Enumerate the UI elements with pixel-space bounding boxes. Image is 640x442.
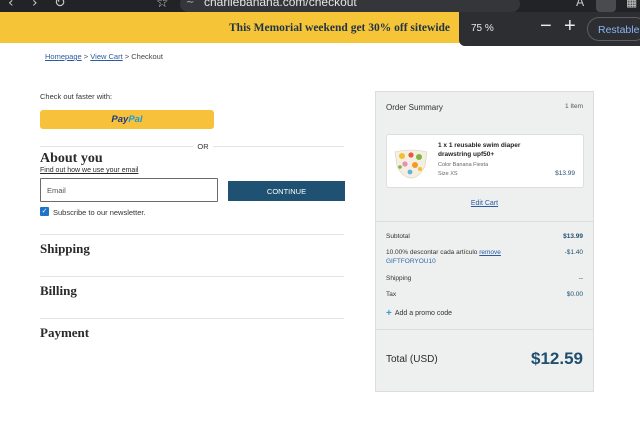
plus-icon: + <box>386 308 392 319</box>
email-usage-link[interactable]: Find out how we use your email <box>40 167 138 174</box>
breadcrumb: Homepage > View Cart > Checkout <box>45 52 163 61</box>
payment-section-heading[interactable]: Payment <box>40 325 89 341</box>
billing-section-heading[interactable]: Billing <box>40 283 77 299</box>
divider <box>40 146 344 147</box>
forward-icon[interactable]: › <box>32 0 38 11</box>
order-summary-title: Order Summary <box>386 103 443 112</box>
express-checkout-label: Check out faster with: <box>40 92 113 101</box>
discount-code: GIFTFORYOU10 <box>386 258 436 265</box>
bookmark-icon[interactable]: ☆ <box>156 0 169 11</box>
or-divider-label: OR <box>193 142 213 151</box>
remove-discount-link[interactable]: remove <box>479 249 501 256</box>
zoom-out-button[interactable]: − <box>540 16 552 36</box>
zoom-in-button[interactable]: + <box>564 16 576 36</box>
discount-value: -$1.40 <box>564 249 583 256</box>
continue-button[interactable]: CONTINUE <box>228 181 345 201</box>
extensions-icon[interactable]: ▦ <box>626 0 637 9</box>
browser-toolbar: ‹ › ↻ ☆ ∼ charliebanana.com/checkout A ▦ <box>0 0 640 12</box>
zoom-popup: 75 % − + Restablec <box>459 12 640 46</box>
breadcrumb-separator: > <box>124 52 130 61</box>
item-count: 1 Item <box>564 103 583 110</box>
product-price: $13.99 <box>555 170 575 177</box>
address-bar[interactable]: ∼ charliebanana.com/checkout <box>180 0 520 12</box>
tax-value: $0.00 <box>566 291 583 298</box>
breadcrumb-cart-link[interactable]: View Cart <box>90 52 122 61</box>
divider <box>376 329 593 330</box>
paypal-button[interactable]: PayPal <box>40 110 214 129</box>
back-icon[interactable]: ‹ <box>8 0 14 11</box>
product-thumbnail <box>394 149 428 179</box>
divider <box>40 234 344 235</box>
newsletter-label: Subscribe to our newsletter. <box>53 208 146 217</box>
shipping-label: Shipping <box>386 275 412 282</box>
total-label: Total (USD) <box>386 354 438 365</box>
paypal-logo: PayPal <box>111 114 143 125</box>
divider <box>376 221 593 222</box>
divider <box>40 276 344 277</box>
total-value: $12.59 <box>531 349 583 368</box>
newsletter-checkbox[interactable]: ✓ <box>40 207 49 216</box>
tax-label: Tax <box>386 291 397 298</box>
zoom-level: 75 % <box>471 23 494 34</box>
translate-icon[interactable]: A <box>576 0 584 9</box>
shipping-value: -- <box>578 275 583 282</box>
edit-cart-link[interactable]: Edit Cart <box>376 200 593 207</box>
shipping-section-heading[interactable]: Shipping <box>40 241 90 257</box>
subtotal-value: $13.99 <box>563 233 583 240</box>
discount-row: 10.00% descontar cada artículo remove <box>386 249 501 256</box>
order-summary-panel: Order Summary 1 Item 1 x 1 reusable swim… <box>375 91 594 392</box>
site-info-icon[interactable]: ∼ <box>186 0 194 8</box>
email-input[interactable] <box>40 178 218 202</box>
address-bar-text: charliebanana.com/checkout <box>204 0 357 9</box>
product-size: Size XS <box>438 171 458 177</box>
subtotal-label: Subtotal <box>386 233 410 240</box>
product-color: Color Banana Fiesta <box>438 162 489 168</box>
breadcrumb-separator: > <box>83 52 89 61</box>
breadcrumb-home-link[interactable]: Homepage <box>45 52 82 61</box>
zoom-icon-active[interactable] <box>596 0 616 12</box>
cart-item: 1 x 1 reusable swim diaper drawstring up… <box>386 134 584 188</box>
discount-label: 10.00% descontar cada artículo <box>386 249 478 256</box>
promo-label: Add a promo code <box>394 310 453 317</box>
product-name: 1 x 1 reusable swim diaper drawstring up… <box>438 142 521 158</box>
add-promo-code-button[interactable]: + Add a promo code <box>386 307 453 319</box>
about-you-heading: About you <box>40 151 103 166</box>
divider <box>40 318 344 319</box>
zoom-reset-label: Restablec <box>598 24 640 36</box>
breadcrumb-current: Checkout <box>131 52 163 61</box>
reload-icon[interactable]: ↻ <box>54 0 66 11</box>
zoom-reset-button[interactable]: Restablec <box>587 17 640 41</box>
promo-banner-text: This Memorial weekend get 30% off sitewi… <box>229 22 451 34</box>
